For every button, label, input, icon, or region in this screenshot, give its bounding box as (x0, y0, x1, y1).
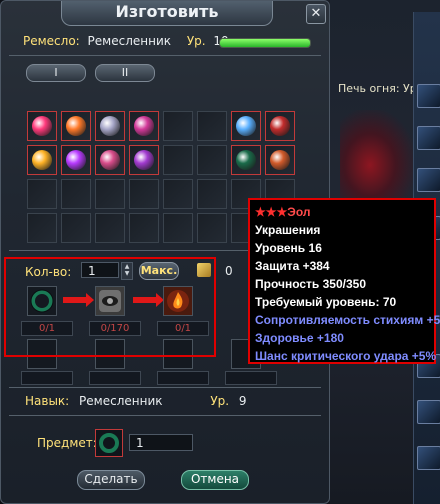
tooltip-line: Здоровье +180 (255, 331, 344, 345)
tooltip-lines: Украшения Уровень 16 Защита +384 Прочность … (255, 221, 440, 365)
tooltip-line: Требуемый уровень: 70 (255, 295, 397, 309)
close-button[interactable]: ✕ (306, 4, 326, 24)
craft-value: Ремесленник (87, 34, 171, 48)
product-label: Предмет: (37, 436, 97, 450)
jewelry-icon (66, 150, 86, 170)
recipe-slot[interactable] (129, 145, 159, 175)
recipe-slot[interactable] (95, 179, 125, 209)
recipe-slot[interactable] (231, 145, 261, 175)
jewelry-icon (236, 116, 256, 136)
recipe-slot[interactable] (95, 213, 125, 243)
recipe-slot[interactable] (27, 179, 57, 209)
scroll-count: 0 (225, 264, 233, 278)
recipe-slot[interactable] (95, 111, 125, 141)
tooltip-item-name: Эол (287, 205, 311, 219)
tooltip-line: Защита +384 (255, 259, 330, 273)
recipe-slot[interactable] (61, 213, 91, 243)
star-rating: ★★★ (255, 205, 288, 219)
jewelry-icon (134, 116, 154, 136)
recipe-slot[interactable] (231, 111, 261, 141)
recipe-slot[interactable] (61, 111, 91, 141)
toolbar-slot[interactable] (417, 446, 440, 470)
skill-label: Навык: (25, 394, 70, 408)
cancel-button[interactable]: Отмена (181, 470, 249, 490)
product-slot[interactable] (95, 429, 123, 457)
craft-info: Ремесло: Ремесленник Ур. 10 (23, 34, 229, 48)
material-count (157, 371, 209, 385)
highlight-box (4, 257, 216, 357)
recipe-slot[interactable] (197, 111, 227, 141)
material-count (21, 371, 73, 385)
recipe-slot[interactable] (129, 111, 159, 141)
tooltip-title: ★★★Эол (255, 203, 429, 221)
jewelry-icon (100, 150, 120, 170)
recipe-slot[interactable] (197, 179, 227, 209)
make-button[interactable]: Сделать (77, 470, 145, 490)
material-count (225, 371, 277, 385)
tooltip-line: Сопротивляемость стихиям +500 (255, 313, 440, 327)
tab-page-2[interactable]: II (95, 64, 155, 82)
recipe-slot[interactable] (163, 179, 193, 209)
tooltip-line: Шанс критического удара +5% (255, 349, 437, 363)
toolbar-slot[interactable] (417, 168, 440, 192)
jewelry-icon (270, 150, 290, 170)
material-count (89, 371, 141, 385)
toolbar-slot[interactable] (417, 84, 440, 108)
window-title: Изготовить (61, 1, 273, 26)
product-quantity-input[interactable]: 1 (129, 434, 193, 451)
recipe-slot[interactable] (129, 179, 159, 209)
recipe-slot[interactable] (27, 111, 57, 141)
jewelry-icon (66, 116, 86, 136)
skill-level-label: Ур. (210, 394, 230, 408)
craft-progress-bar (219, 38, 311, 48)
recipe-slot[interactable] (163, 213, 193, 243)
recipe-slot[interactable] (265, 111, 295, 141)
recipe-slot[interactable] (265, 145, 295, 175)
jewelry-icon (32, 116, 52, 136)
craft-label: Ремесло: (23, 34, 80, 48)
recipe-slot[interactable] (27, 145, 57, 175)
recipe-slot[interactable] (61, 179, 91, 209)
world-label: Печь огня: Ур (338, 82, 417, 95)
craft-level-label: Ур. (186, 34, 206, 48)
tab-page-1[interactable]: I (26, 64, 86, 82)
ring-icon (99, 433, 119, 453)
craft-progress-fill (220, 39, 310, 47)
divider (9, 387, 321, 388)
toolbar-slot[interactable] (417, 126, 440, 150)
divider (9, 415, 321, 416)
skill-info: Навык: Ремесленник Ур. 9 (25, 394, 247, 408)
tooltip-line: Уровень 16 (255, 241, 322, 255)
jewelry-icon (134, 150, 154, 170)
skill-level-value: 9 (238, 394, 247, 408)
recipe-slot[interactable] (27, 213, 57, 243)
recipe-slot[interactable] (61, 145, 91, 175)
jewelry-icon (100, 116, 120, 136)
recipe-slot[interactable] (163, 145, 193, 175)
tooltip-line: Украшения (255, 223, 321, 237)
jewelry-icon (32, 150, 52, 170)
item-tooltip: ★★★Эол Украшения Уровень 16 Защита +384 Про… (248, 198, 440, 365)
tooltip-line: Прочность 350/350 (255, 277, 367, 291)
recipe-slot[interactable] (197, 213, 227, 243)
recipe-slot[interactable] (129, 213, 159, 243)
toolbar-slot[interactable] (417, 400, 440, 424)
recipe-slot[interactable] (95, 145, 125, 175)
divider (9, 55, 321, 56)
jewelry-icon (236, 150, 256, 170)
skill-value: Ремесленник (79, 394, 163, 408)
recipe-slot[interactable] (197, 145, 227, 175)
jewelry-icon (270, 116, 290, 136)
recipe-slot[interactable] (163, 111, 193, 141)
